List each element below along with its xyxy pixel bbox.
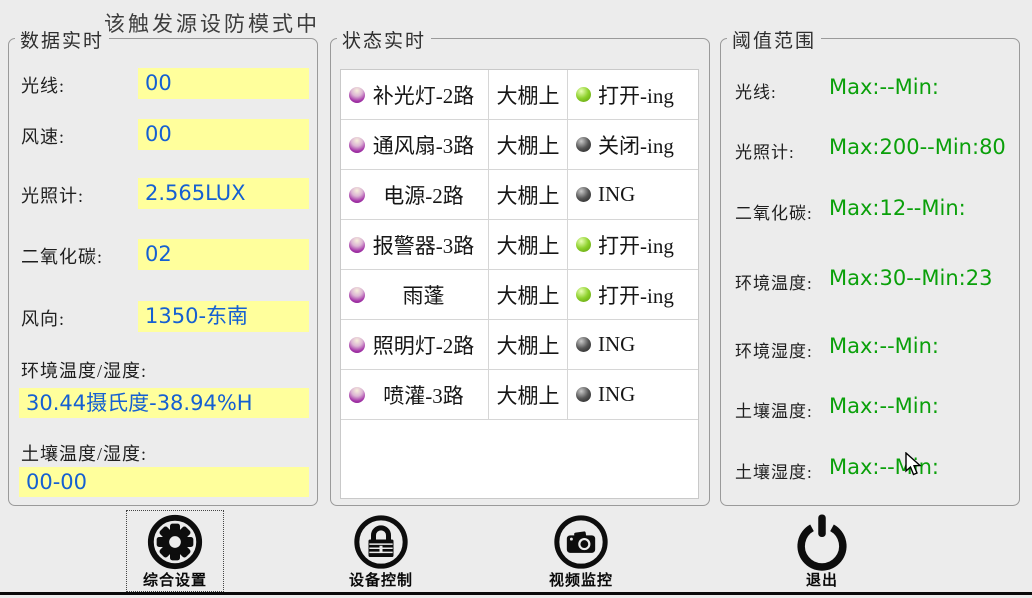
soil-temp-humidity-value: 00-00: [19, 467, 309, 497]
device-orb-icon: [349, 287, 365, 303]
device-status: 打开-ing: [598, 280, 674, 310]
status-led-icon: [576, 387, 591, 402]
windspeed-label: 风速:: [21, 123, 65, 149]
device-control-button-label: 设备控制: [333, 569, 429, 590]
threshold-row: 环境湿度: Max:--Min:: [721, 334, 1019, 364]
device-location: 大棚上: [489, 370, 568, 419]
table-row[interactable]: 电源-2路 大棚上 ING: [341, 170, 698, 220]
device-orb-icon: [349, 337, 365, 353]
device-location: 大棚上: [489, 120, 568, 169]
env-temp-humidity-label: 环境温度/湿度:: [21, 357, 147, 383]
settings-button-label: 综合设置: [127, 569, 223, 590]
threshold-value: Max:30--Min:23: [829, 266, 992, 290]
table-row[interactable]: 补光灯-2路 大棚上 打开-ing: [341, 70, 698, 120]
co2-label: 二氧化碳:: [21, 243, 103, 269]
table-row[interactable]: 报警器-3路 大棚上 打开-ing: [341, 220, 698, 270]
device-location: 大棚上: [489, 320, 568, 369]
gear-icon: [145, 512, 205, 572]
luxmeter-label: 光照计:: [21, 182, 84, 208]
device-status-table[interactable]: 补光灯-2路 大棚上 打开-ing 通风扇-3路 大棚上 关闭-ing 电源-2…: [340, 69, 699, 499]
status-led-icon: [576, 87, 591, 102]
device-location: 大棚上: [489, 270, 568, 319]
light-label: 光线:: [21, 72, 65, 98]
panel-realtime-data: 数据实时 光线: 00 风速: 00 光照计: 2.565LUX 二氧化碳: 0…: [8, 38, 318, 506]
device-orb-icon: [349, 187, 365, 203]
device-status: 关闭-ing: [598, 130, 674, 160]
device-control-button[interactable]: 设备控制: [333, 511, 429, 591]
video-monitor-button[interactable]: 视频监控: [533, 511, 629, 591]
env-temp-humidity-value: 30.44摄氏度-38.94%H: [19, 388, 309, 418]
threshold-label: 光照计:: [735, 138, 795, 163]
status-led-icon: [576, 237, 591, 252]
windspeed-value: 00: [138, 119, 309, 150]
arming-mode-alert: 该触发源设防模式中: [104, 8, 320, 38]
device-orb-icon: [349, 87, 365, 103]
table-row[interactable]: 照明灯-2路 大棚上 ING: [341, 320, 698, 370]
status-led-icon: [576, 337, 591, 352]
threshold-row: 光线: Max:--Min:: [721, 75, 1019, 105]
status-led-icon: [576, 137, 591, 152]
threshold-value: Max:--Min:: [829, 394, 939, 418]
threshold-value: Max:200--Min:80: [829, 135, 1006, 159]
winddir-value: 1350-东南: [138, 301, 309, 332]
light-value: 00: [138, 68, 309, 99]
threshold-label: 二氧化碳:: [735, 199, 813, 224]
device-orb-icon: [349, 137, 365, 153]
co2-value: 02: [138, 239, 309, 270]
threshold-row: 土壤温度: Max:--Min:: [721, 394, 1019, 424]
panel-realtime-status-title: 状态实时: [337, 26, 431, 53]
device-location: 大棚上: [489, 70, 568, 119]
threshold-row: 光照计: Max:200--Min:80: [721, 135, 1019, 165]
panel-threshold-range-title: 阈值范围: [727, 26, 821, 53]
device-location: 大棚上: [489, 170, 568, 219]
luxmeter-value: 2.565LUX: [138, 178, 309, 209]
threshold-value: Max:--Min:: [829, 75, 939, 99]
lock-icon: [351, 512, 411, 572]
threshold-row: 二氧化碳: Max:12--Min:: [721, 196, 1019, 226]
soil-temp-humidity-label: 土壤温度/湿度:: [21, 440, 147, 466]
threshold-label: 光线:: [735, 78, 777, 103]
threshold-row: 环境温度: Max:30--Min:23: [721, 266, 1019, 296]
panel-threshold-range: 阈值范围 光线: Max:--Min: 光照计: Max:200--Min:80…: [720, 38, 1020, 506]
threshold-label: 环境温度:: [735, 269, 813, 294]
device-status: ING: [598, 382, 635, 407]
table-row[interactable]: 雨蓬 大棚上 打开-ing: [341, 270, 698, 320]
device-status: ING: [598, 332, 635, 357]
device-status: ING: [598, 182, 635, 207]
panel-realtime-data-title: 数据实时: [15, 26, 109, 53]
threshold-label: 土壤温度:: [735, 397, 813, 422]
device-orb-icon: [349, 387, 365, 403]
threshold-value: Max:--Min:: [829, 455, 939, 479]
threshold-value: Max:12--Min:: [829, 196, 966, 220]
device-status: 打开-ing: [598, 230, 674, 260]
table-row[interactable]: 喷灌-3路 大棚上 ING: [341, 370, 698, 420]
table-row[interactable]: 通风扇-3路 大棚上 关闭-ing: [341, 120, 698, 170]
threshold-label: 土壤湿度:: [735, 458, 813, 483]
device-status: 打开-ing: [598, 80, 674, 110]
panel-realtime-status: 状态实时 补光灯-2路 大棚上 打开-ing 通风扇-3路 大棚上 关闭-ing…: [330, 38, 710, 506]
device-orb-icon: [349, 237, 365, 253]
exit-button[interactable]: 退出: [774, 511, 870, 591]
winddir-label: 风向:: [21, 305, 65, 331]
app-window: 该触发源设防模式中 数据实时 光线: 00 风速: 00 光照计: 2.565L…: [0, 0, 1032, 598]
bottom-divider-bar: [0, 592, 1032, 595]
power-icon: [792, 512, 852, 572]
exit-button-label: 退出: [774, 569, 870, 590]
video-monitor-button-label: 视频监控: [533, 569, 629, 590]
threshold-row: 土壤湿度: Max:--Min:: [721, 455, 1019, 485]
threshold-label: 环境湿度:: [735, 337, 813, 362]
device-location: 大棚上: [489, 220, 568, 269]
settings-button[interactable]: 综合设置: [127, 511, 223, 591]
status-led-icon: [576, 287, 591, 302]
camera-icon: [551, 512, 611, 572]
status-led-icon: [576, 187, 591, 202]
mouse-cursor-icon: [905, 452, 922, 476]
threshold-value: Max:--Min:: [829, 334, 939, 358]
